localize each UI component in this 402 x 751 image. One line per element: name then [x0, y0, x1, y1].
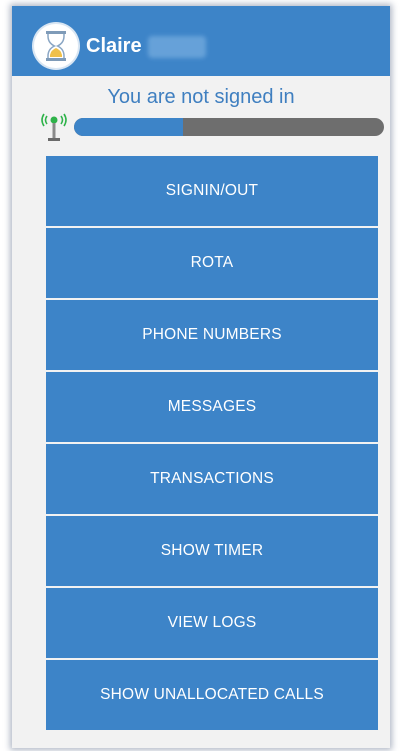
- view-logs-button[interactable]: VIEW LOGS: [46, 588, 378, 658]
- signin-out-button[interactable]: SIGNIN/OUT: [46, 156, 378, 226]
- progress-fill: [74, 118, 183, 136]
- phone-numbers-button[interactable]: PHONE NUMBERS: [46, 300, 378, 370]
- rota-button[interactable]: ROTA: [46, 228, 378, 298]
- hourglass-icon: [34, 24, 78, 68]
- sign-in-status: You are not signed in: [107, 86, 295, 108]
- show-timer-button[interactable]: SHOW TIMER: [46, 516, 378, 586]
- app-title: Claire: [86, 35, 142, 57]
- transactions-button[interactable]: TRANSACTIONS: [46, 444, 378, 514]
- redacted-name: [148, 36, 206, 58]
- antenna-signal-icon: [38, 110, 74, 144]
- show-unallocated-calls-button[interactable]: SHOW UNALLOCATED CALLS: [46, 660, 378, 730]
- connection-progress-bar: [74, 118, 384, 136]
- app-bar: Claire: [12, 6, 390, 76]
- main-menu: SIGNIN/OUT ROTA PHONE NUMBERS MESSAGES T…: [46, 156, 378, 732]
- messages-button[interactable]: MESSAGES: [46, 372, 378, 442]
- app-window: Claire You are not signed in SIGNIN/OUT …: [12, 6, 390, 748]
